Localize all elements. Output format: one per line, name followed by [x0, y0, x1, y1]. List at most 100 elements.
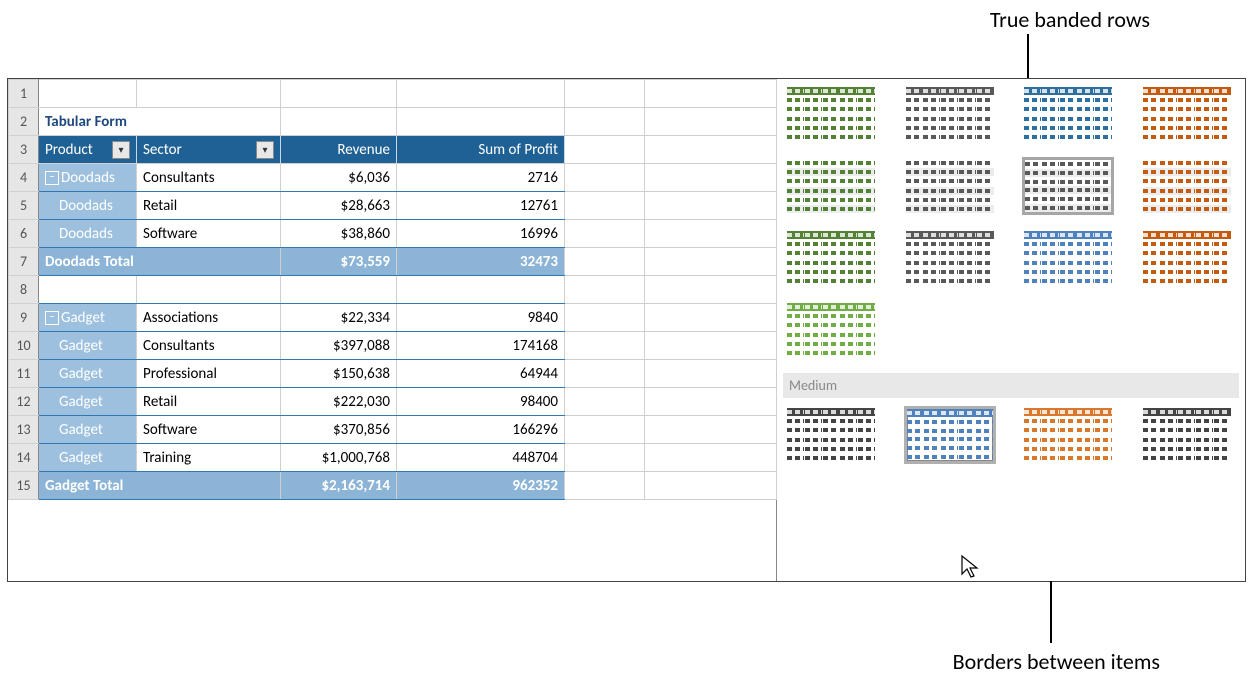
- filter-dropdown-icon[interactable]: ▾: [112, 141, 130, 159]
- pivot-title: Tabular Form: [39, 108, 281, 136]
- row-2: 2 Tabular Form: [9, 108, 777, 136]
- row-1: 1: [9, 80, 777, 108]
- cell-profit[interactable]: 64944: [397, 360, 565, 388]
- cell-profit[interactable]: 98400: [397, 388, 565, 416]
- pivot-style-thumbnail[interactable]: [1022, 229, 1114, 287]
- row-header[interactable]: 11: [9, 360, 39, 388]
- collapse-icon[interactable]: −: [45, 311, 59, 325]
- filter-dropdown-icon[interactable]: ▾: [256, 141, 274, 159]
- pivot-style-thumbnail[interactable]: [785, 406, 877, 464]
- cell-product[interactable]: Doodads: [39, 192, 137, 220]
- pivot-style-thumbnail[interactable]: [904, 157, 996, 215]
- row-header[interactable]: 1: [9, 80, 39, 108]
- table-row: 6 Doodads Software $38,860 16996: [9, 220, 777, 248]
- grid[interactable]: 1 2 Tabular Form 3 Product ▾: [8, 79, 777, 527]
- row-header[interactable]: 4: [9, 164, 39, 192]
- cell-profit[interactable]: 166296: [397, 416, 565, 444]
- cell-product[interactable]: Gadget: [39, 388, 137, 416]
- cell-sector[interactable]: Consultants: [137, 332, 281, 360]
- pivot-style-thumbnail[interactable]: [904, 406, 996, 464]
- row-header[interactable]: 12: [9, 388, 39, 416]
- cell-profit[interactable]: 174168: [397, 332, 565, 360]
- pivot-style-thumbnail[interactable]: [785, 301, 877, 359]
- row-3: 3 Product ▾ Sector ▾ Revenue Sum of Prof…: [9, 136, 777, 164]
- cell-product[interactable]: Doodads: [39, 220, 137, 248]
- row-header[interactable]: 2: [9, 108, 39, 136]
- callout-line-bottom: [1050, 581, 1052, 643]
- row-8: 8: [9, 276, 777, 304]
- gallery-section-light: [785, 85, 1239, 143]
- header-label: Sector: [143, 141, 182, 159]
- pivot-style-thumbnail[interactable]: [1141, 157, 1233, 215]
- cell-profit[interactable]: 9840: [397, 304, 565, 332]
- cell-revenue[interactable]: $22,334: [281, 304, 397, 332]
- pivot-style-thumbnail[interactable]: [1022, 85, 1114, 143]
- pivot-style-thumbnail[interactable]: [1022, 406, 1114, 464]
- cell-revenue[interactable]: $397,088: [281, 332, 397, 360]
- gallery-section-light3: [785, 229, 1239, 287]
- pivot-style-thumbnail[interactable]: [1141, 406, 1233, 464]
- pivot-style-thumbnail[interactable]: [904, 85, 996, 143]
- cell-sector[interactable]: Training: [137, 444, 281, 472]
- subtotal-profit: 32473: [397, 248, 565, 276]
- subtotal-label: Gadget Total: [39, 472, 281, 500]
- pivot-style-thumbnail[interactable]: [1022, 157, 1114, 215]
- column-header-revenue: Revenue: [281, 136, 397, 164]
- row-header[interactable]: 3: [9, 136, 39, 164]
- cell-sector[interactable]: Software: [137, 416, 281, 444]
- main-frame: 1 2 Tabular Form 3 Product ▾: [7, 78, 1246, 582]
- cell-profit[interactable]: 448704: [397, 444, 565, 472]
- row-header[interactable]: 14: [9, 444, 39, 472]
- column-header-product[interactable]: Product ▾: [39, 136, 137, 164]
- cell-product[interactable]: Gadget: [39, 360, 137, 388]
- callout-line-top: [1027, 34, 1029, 78]
- table-row: 11 Gadget Professional $150,638 64944: [9, 360, 777, 388]
- callout-top: True banded rows: [890, 6, 1150, 33]
- cell-sector[interactable]: Consultants: [137, 164, 281, 192]
- cell-revenue[interactable]: $1,000,768: [281, 444, 397, 472]
- cell-sector[interactable]: Professional: [137, 360, 281, 388]
- cell-sector[interactable]: Software: [137, 220, 281, 248]
- pivot-style-thumbnail[interactable]: [904, 229, 996, 287]
- cell-revenue[interactable]: $370,856: [281, 416, 397, 444]
- cell-revenue[interactable]: $150,638: [281, 360, 397, 388]
- cell-product[interactable]: Gadget: [39, 332, 137, 360]
- cell-product[interactable]: −Gadget: [39, 304, 137, 332]
- pivot-style-thumbnail[interactable]: [785, 229, 877, 287]
- table-row: 4 −Doodads Consultants $6,036 2716: [9, 164, 777, 192]
- row-header[interactable]: 5: [9, 192, 39, 220]
- row-header[interactable]: 10: [9, 332, 39, 360]
- pivot-style-thumbnail[interactable]: [785, 85, 877, 143]
- cell-product[interactable]: Gadget: [39, 416, 137, 444]
- table-row: 12 Gadget Retail $222,030 98400: [9, 388, 777, 416]
- row-header[interactable]: 9: [9, 304, 39, 332]
- column-header-sector[interactable]: Sector ▾: [137, 136, 281, 164]
- callout-bottom: Borders between items: [910, 648, 1160, 675]
- subtotal-row: 7 Doodads Total $73,559 32473: [9, 248, 777, 276]
- cell-sector[interactable]: Retail: [137, 192, 281, 220]
- table-row: 13 Gadget Software $370,856 166296: [9, 416, 777, 444]
- row-header[interactable]: 6: [9, 220, 39, 248]
- cell-revenue[interactable]: $222,030: [281, 388, 397, 416]
- row-header[interactable]: 8: [9, 276, 39, 304]
- row-header[interactable]: 13: [9, 416, 39, 444]
- table-row: 5 Doodads Retail $28,663 12761: [9, 192, 777, 220]
- cell-sector[interactable]: Retail: [137, 388, 281, 416]
- row-header[interactable]: 15: [9, 472, 39, 500]
- cell-profit[interactable]: 16996: [397, 220, 565, 248]
- pivot-style-thumbnail[interactable]: [1141, 229, 1233, 287]
- cell-product[interactable]: −Doodads: [39, 164, 137, 192]
- cell-product[interactable]: Gadget: [39, 444, 137, 472]
- row-header[interactable]: 7: [9, 248, 39, 276]
- pivot-style-thumbnail[interactable]: [785, 157, 877, 215]
- cell-revenue[interactable]: $38,860: [281, 220, 397, 248]
- pivot-style-thumbnail[interactable]: [1141, 85, 1233, 143]
- cell-sector[interactable]: Associations: [137, 304, 281, 332]
- cell-profit[interactable]: 12761: [397, 192, 565, 220]
- cell-revenue[interactable]: $28,663: [281, 192, 397, 220]
- collapse-icon[interactable]: −: [45, 171, 59, 185]
- table-row: 10 Gadget Consultants $397,088 174168: [9, 332, 777, 360]
- cell-profit[interactable]: 2716: [397, 164, 565, 192]
- cell-revenue[interactable]: $6,036: [281, 164, 397, 192]
- header-label: Product: [45, 141, 93, 159]
